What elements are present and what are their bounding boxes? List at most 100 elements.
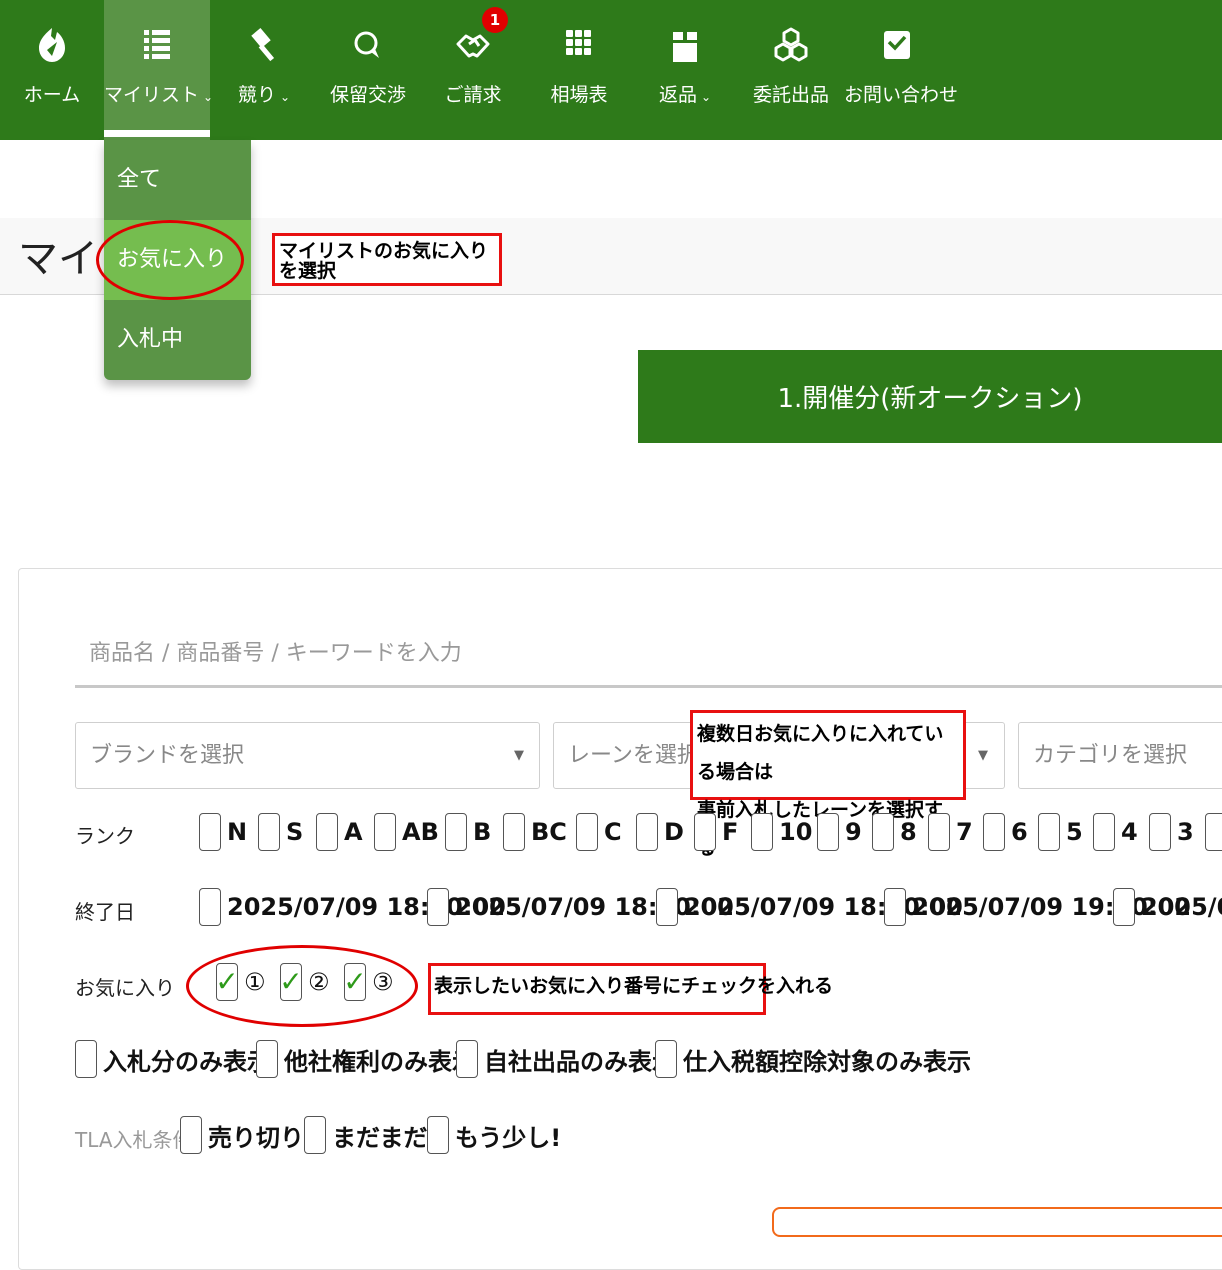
checkbox[interactable]: [1038, 813, 1060, 851]
filter-own-listings[interactable]: 自社出品のみ表示: [456, 1040, 676, 1078]
rank-option[interactable]: F: [694, 813, 738, 851]
checkbox[interactable]: [503, 813, 525, 851]
nav-consignment[interactable]: 委託出品: [738, 0, 844, 140]
grid-icon: [526, 26, 632, 64]
checkbox[interactable]: [456, 1040, 478, 1078]
checkbox[interactable]: [656, 888, 678, 926]
rank-option[interactable]: S: [258, 813, 303, 851]
search-input[interactable]: 商品名 / 商品番号 / キーワードを入力: [75, 628, 1222, 688]
filter-other-rights[interactable]: 他社権利のみ表示: [256, 1040, 476, 1078]
filter-tax-deduction[interactable]: 仕入税額控除対象のみ表示: [655, 1040, 971, 1078]
checkbox[interactable]: [427, 1116, 449, 1154]
mail-icon: [844, 26, 950, 64]
rank-option-label: N: [227, 818, 248, 846]
category-select[interactable]: カテゴリを選択: [1018, 722, 1222, 789]
checkbox[interactable]: [199, 813, 221, 851]
filter-own-bids[interactable]: 入札分のみ表示: [75, 1040, 271, 1078]
filter-label: 入札分のみ表示: [103, 1047, 271, 1076]
checkbox[interactable]: [928, 813, 950, 851]
notification-badge: 1: [482, 7, 508, 33]
checkbox[interactable]: [817, 813, 839, 851]
handshake-icon: [420, 26, 526, 64]
rank-option[interactable]: 4: [1093, 813, 1138, 851]
checkbox[interactable]: [75, 1040, 97, 1078]
auction-session-button[interactable]: 1.開催分(新オークション): [638, 350, 1222, 443]
nav-negotiation[interactable]: 保留交渉: [316, 0, 420, 140]
rank-option[interactable]: 3: [1149, 813, 1194, 851]
dropdown-item-bidding[interactable]: 入札中: [104, 300, 251, 380]
checkbox[interactable]: [445, 813, 467, 851]
checkbox[interactable]: [751, 813, 773, 851]
tla-option[interactable]: もう少し!: [427, 1116, 561, 1154]
nav-label: 相場表: [550, 84, 608, 106]
checkbox[interactable]: [374, 813, 396, 851]
rank-option-label: 4: [1121, 818, 1138, 846]
checkbox[interactable]: [258, 813, 280, 851]
checkbox[interactable]: [1205, 813, 1222, 851]
list-icon: [104, 26, 210, 64]
chevron-down-icon: ⌄: [700, 90, 712, 104]
rank-option-cut[interactable]: [1205, 813, 1222, 851]
box-icon: [632, 26, 738, 64]
nav-contact[interactable]: お問い合わせ: [844, 0, 958, 140]
checkbox[interactable]: [256, 1040, 278, 1078]
rank-option[interactable]: D: [636, 813, 684, 851]
checkbox[interactable]: [655, 1040, 677, 1078]
rank-label: ランク: [75, 824, 135, 848]
nav-billing[interactable]: ご請求: [420, 0, 526, 140]
checkbox[interactable]: [983, 813, 1005, 851]
rank-option[interactable]: C: [576, 813, 622, 851]
rank-option-label: F: [722, 818, 739, 846]
lane-select-placeholder: レーンを選択: [568, 743, 699, 768]
rank-option[interactable]: AB: [374, 813, 439, 851]
rank-option[interactable]: B: [445, 813, 491, 851]
checkbox[interactable]: [884, 888, 906, 926]
checkbox[interactable]: [872, 813, 894, 851]
annotation-oval-favorite-checks: [186, 945, 418, 1027]
rank-option[interactable]: 9: [817, 813, 862, 851]
checkbox[interactable]: [199, 888, 221, 926]
rank-option-label: 5: [1066, 818, 1083, 846]
checkbox[interactable]: [1113, 888, 1135, 926]
checkbox[interactable]: [427, 888, 449, 926]
dropdown-item-all[interactable]: 全て: [104, 140, 251, 220]
checkbox[interactable]: [1149, 813, 1171, 851]
top-nav: ホーム マイリスト ⌄ 競り ⌄ 保留交渉 ご請求 1 相場表 返品 ⌄ 委託出…: [0, 0, 1222, 140]
checkbox[interactable]: [1093, 813, 1115, 851]
rank-option[interactable]: N: [199, 813, 247, 851]
tla-option[interactable]: 売り切り!: [180, 1116, 315, 1154]
rank-option[interactable]: 5: [1038, 813, 1083, 851]
rank-option[interactable]: 8: [872, 813, 917, 851]
nav-label: 返品: [658, 84, 697, 106]
filter-label: 他社権利のみ表示: [284, 1047, 476, 1076]
rank-option[interactable]: 6: [983, 813, 1028, 851]
nav-label: ご請求: [444, 84, 502, 106]
checkbox[interactable]: [576, 813, 598, 851]
checkbox[interactable]: [694, 813, 716, 851]
rank-option[interactable]: A: [316, 813, 363, 851]
nav-label: ホーム: [23, 84, 81, 106]
boxes-icon: [738, 26, 844, 64]
rank-option-label: 3: [1177, 818, 1194, 846]
annotation-lane-note-line1: 複数日お気に入りに入れている場合は: [697, 723, 944, 783]
tla-option-label: もう少し!: [455, 1123, 562, 1152]
rank-option[interactable]: 7: [928, 813, 973, 851]
nav-label: マイリスト: [104, 84, 200, 106]
checkbox[interactable]: [636, 813, 658, 851]
nav-auction[interactable]: 競り ⌄: [212, 0, 316, 140]
tla-option[interactable]: まだまだ!: [304, 1116, 438, 1154]
nav-price-table[interactable]: 相場表: [526, 0, 632, 140]
auction-session-label: 1.開催分(新オークション): [777, 384, 1083, 414]
rank-option[interactable]: 10: [751, 813, 812, 851]
checkbox[interactable]: [180, 1116, 202, 1154]
end-date-option[interactable]: 2025/07/: [1113, 888, 1222, 926]
nav-mylist[interactable]: マイリスト ⌄: [104, 0, 213, 140]
checkbox[interactable]: [316, 813, 338, 851]
nav-label: お問い合わせ: [844, 84, 959, 106]
rank-option[interactable]: BC: [503, 813, 567, 851]
nav-returns[interactable]: 返品 ⌄: [632, 0, 738, 140]
orange-outline-button[interactable]: [772, 1207, 1222, 1237]
nav-home[interactable]: ホーム: [0, 0, 104, 140]
brand-select[interactable]: ブランドを選択 ▼: [75, 722, 540, 789]
checkbox[interactable]: [304, 1116, 326, 1154]
